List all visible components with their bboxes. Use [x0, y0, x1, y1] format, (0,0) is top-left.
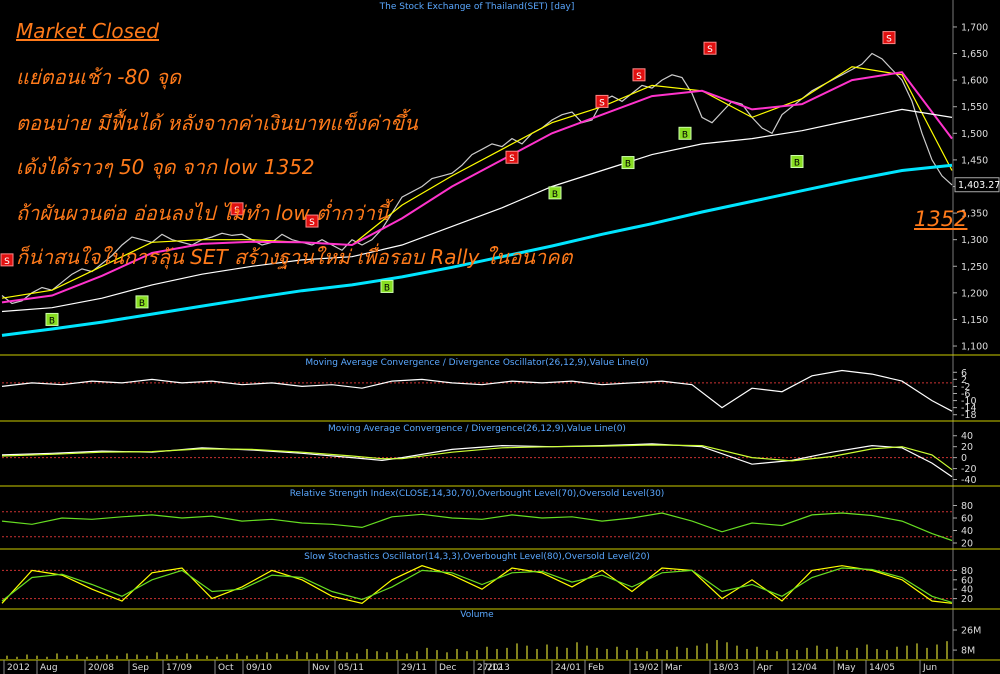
x-tick-label: 17/09	[166, 663, 192, 673]
price-title: The Stock Exchange of Thailand(SET) [day…	[379, 2, 575, 12]
x-tick-label: 14/05	[869, 663, 895, 673]
x-tick-label: 12/04	[791, 663, 817, 673]
rsi-tick-label: 20	[961, 539, 973, 550]
x-tick-label: 05/11	[338, 663, 364, 673]
x-tick-label: Apr	[757, 663, 773, 673]
volume-tick-label: 8M	[961, 646, 975, 657]
price-tick-label: 1,500	[961, 129, 988, 140]
signal-label: S	[509, 154, 515, 164]
x-tick-label: Oct	[218, 663, 234, 673]
signal-label: S	[599, 98, 605, 108]
x-tick-label: 2013	[487, 663, 510, 673]
signal-label: B	[139, 299, 145, 309]
signal-label: B	[384, 283, 390, 293]
signal-label: B	[625, 160, 631, 170]
signal-label: B	[49, 316, 55, 326]
x-tick-label: 29/11	[401, 663, 427, 673]
x-tick-label: 2012	[7, 663, 30, 673]
x-tick-label: Sep	[132, 663, 149, 673]
x-tick-label: 09/10	[246, 663, 272, 673]
chart-svg: The Stock Exchange of Thailand(SET) [day…	[0, 0, 1000, 674]
last-price-label: 1,403.27	[958, 180, 1000, 191]
price-tick-label: 1,650	[961, 49, 988, 60]
price-tick-label: 1,300	[961, 235, 988, 246]
volume-tick-label: 26M	[961, 626, 981, 637]
macd-title: Moving Average Convergence / Divergence(…	[328, 424, 626, 434]
rsi-tick-label: 60	[961, 514, 973, 525]
macd-tick-label: 40	[961, 431, 973, 442]
macd_osc-series-oscillator	[1, 369, 953, 412]
signal-label: B	[794, 158, 800, 168]
macd_osc-title: Moving Average Convergence / Divergence …	[305, 358, 648, 368]
price-tick-label: 1,150	[961, 315, 988, 326]
rsi-title: Relative Strength Index(CLOSE,14,30,70),…	[290, 489, 665, 499]
macd-tick-label: 0	[961, 453, 967, 464]
annotation-volatility: ถ้าผันผวนต่อ อ่อนลงไป ไม่ทำ low ต่ำกว่าน…	[16, 201, 389, 225]
signal-label: S	[707, 45, 713, 55]
x-tick-label: May	[837, 663, 856, 673]
x-tick-label: Dec	[439, 663, 456, 673]
x-tick-label: 18/03	[713, 663, 739, 673]
annotation-market-closed: Market Closed	[16, 19, 159, 43]
price-tick-label: 1,600	[961, 76, 988, 87]
macd-series-macd	[1, 443, 953, 478]
x-tick-label: Aug	[40, 663, 58, 673]
x-tick-label: 20/08	[88, 663, 114, 673]
stoch-tick-label: 20	[961, 594, 973, 605]
chart-root: The Stock Exchange of Thailand(SET) [day…	[0, 0, 1000, 674]
rsi-series-rsi	[1, 512, 953, 542]
macd-tick-label: -40	[961, 475, 977, 486]
annotation-rebound: เด้งได้ราวๆ 50 จุด จาก low 1352	[16, 155, 315, 179]
signal-label: S	[4, 257, 10, 267]
volume-title: Volume	[460, 610, 494, 620]
signal-label: S	[636, 72, 642, 82]
price-tick-label: 1,700	[961, 22, 988, 33]
price-tick-label: 1,450	[961, 155, 988, 166]
signal-label: B	[682, 130, 688, 140]
x-tick-label: 24/01	[555, 663, 581, 673]
x-tick-label: 19/02	[633, 663, 659, 673]
rsi-tick-label: 40	[961, 526, 973, 537]
x-tick-label: Jun	[922, 663, 937, 673]
stoch-title: Slow Stochastics Oscillator(14,3,3),Over…	[304, 552, 650, 562]
annotation-morning: แย่ตอนเช้า -80 จุด	[16, 65, 182, 89]
price-tick-label: 1,250	[961, 262, 988, 273]
x-tick-label: Nov	[312, 663, 330, 673]
signal-label: B	[552, 190, 558, 200]
callout-1352: 1352	[914, 207, 968, 231]
rsi-tick-label: 80	[961, 501, 973, 512]
annotation-new-base: ก็น่าสนใจในการลุ้น SET สร้างฐานใหม่ เพื่…	[16, 245, 573, 269]
price-tick-label: 1,550	[961, 102, 988, 113]
macd_osc-tick-label: -18	[961, 410, 977, 421]
x-tick-label: Mar	[665, 663, 682, 673]
x-tick-label: Feb	[588, 663, 604, 673]
macd-tick-label: -20	[961, 464, 977, 475]
price-tick-label: 1,200	[961, 288, 988, 299]
annotation-afternoon: ตอนบ่าย มีฟื้นได้ หลังจากค่าเงินบาทแข็งค…	[16, 111, 418, 135]
price-tick-label: 1,100	[961, 342, 988, 353]
signal-label: S	[886, 35, 892, 45]
macd-tick-label: 20	[961, 442, 973, 453]
